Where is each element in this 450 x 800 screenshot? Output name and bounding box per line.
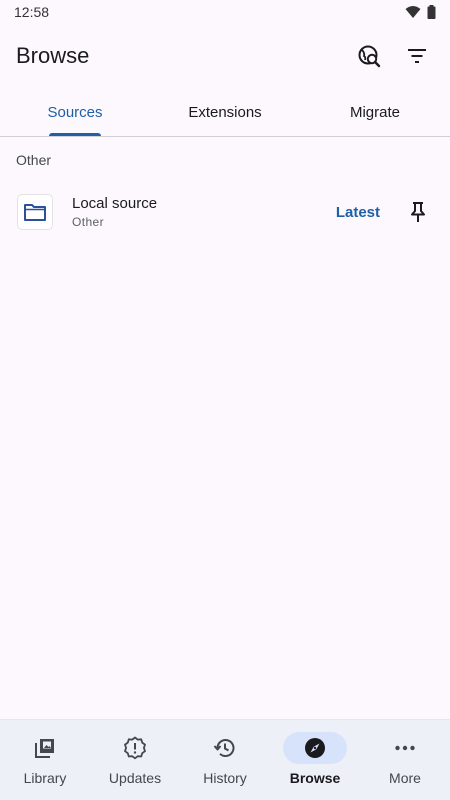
page-title: Browse bbox=[16, 43, 90, 68]
more-icon bbox=[395, 745, 415, 751]
nav-browse-icon-wrap bbox=[283, 732, 347, 764]
battery-icon bbox=[427, 5, 436, 19]
source-thumbnail bbox=[18, 195, 52, 229]
pin-icon bbox=[411, 202, 425, 222]
source-item[interactable]: Local source Other Latest bbox=[0, 188, 450, 236]
nav-updates[interactable]: Updates bbox=[90, 720, 180, 800]
status-time: 12:58 bbox=[14, 4, 50, 20]
tab-row: Sources Extensions Migrate bbox=[0, 88, 450, 137]
nav-more-label: More bbox=[389, 770, 421, 786]
wifi-icon bbox=[405, 6, 421, 18]
tab-migrate-label: Migrate bbox=[349, 103, 401, 121]
updates-icon bbox=[124, 736, 146, 760]
browse-screen: 12:58 Browse Sources Extensions Migrate … bbox=[0, 0, 450, 800]
nav-history-label: History bbox=[203, 770, 247, 786]
library-icon bbox=[35, 739, 54, 758]
compass-icon bbox=[305, 738, 325, 758]
top-actions bbox=[352, 39, 434, 73]
source-text: Local source Other bbox=[72, 195, 336, 229]
status-bar: 12:58 bbox=[0, 0, 450, 24]
nav-updates-label: Updates bbox=[108, 770, 162, 786]
nav-history[interactable]: History bbox=[180, 720, 270, 800]
nav-updates-icon-wrap bbox=[103, 732, 167, 764]
tab-indicator bbox=[49, 133, 101, 136]
filter-list-icon bbox=[408, 49, 426, 63]
nav-browse[interactable]: Browse bbox=[270, 720, 360, 800]
nav-library-label: Library bbox=[23, 770, 67, 786]
travel-explore-icon bbox=[358, 45, 381, 68]
pin-button[interactable] bbox=[406, 200, 430, 224]
bottom-navigation: Library Updates History Browse More bbox=[0, 720, 450, 800]
tab-migrate[interactable]: Migrate bbox=[300, 88, 450, 136]
status-icons bbox=[405, 5, 436, 19]
tab-extensions-label: Extensions bbox=[188, 103, 262, 121]
tab-sources-label: Sources bbox=[47, 103, 103, 121]
source-language: Other bbox=[72, 215, 105, 229]
nav-browse-label: Browse bbox=[289, 770, 341, 786]
nav-more-icon-wrap bbox=[373, 732, 437, 764]
nav-library-icon-wrap bbox=[13, 732, 77, 764]
filter-button[interactable] bbox=[400, 39, 434, 73]
source-name: Local source bbox=[72, 195, 158, 212]
folder-icon bbox=[24, 204, 46, 221]
global-search-button[interactable] bbox=[352, 39, 386, 73]
top-app-bar: Browse bbox=[0, 32, 450, 80]
tab-sources[interactable]: Sources bbox=[0, 88, 150, 136]
nav-history-icon-wrap bbox=[193, 732, 257, 764]
nav-library[interactable]: Library bbox=[0, 720, 90, 800]
nav-more[interactable]: More bbox=[360, 720, 450, 800]
section-header: Other bbox=[16, 152, 52, 168]
history-icon bbox=[213, 739, 235, 757]
tab-extensions[interactable]: Extensions bbox=[150, 88, 300, 136]
latest-button[interactable]: Latest bbox=[336, 204, 380, 221]
